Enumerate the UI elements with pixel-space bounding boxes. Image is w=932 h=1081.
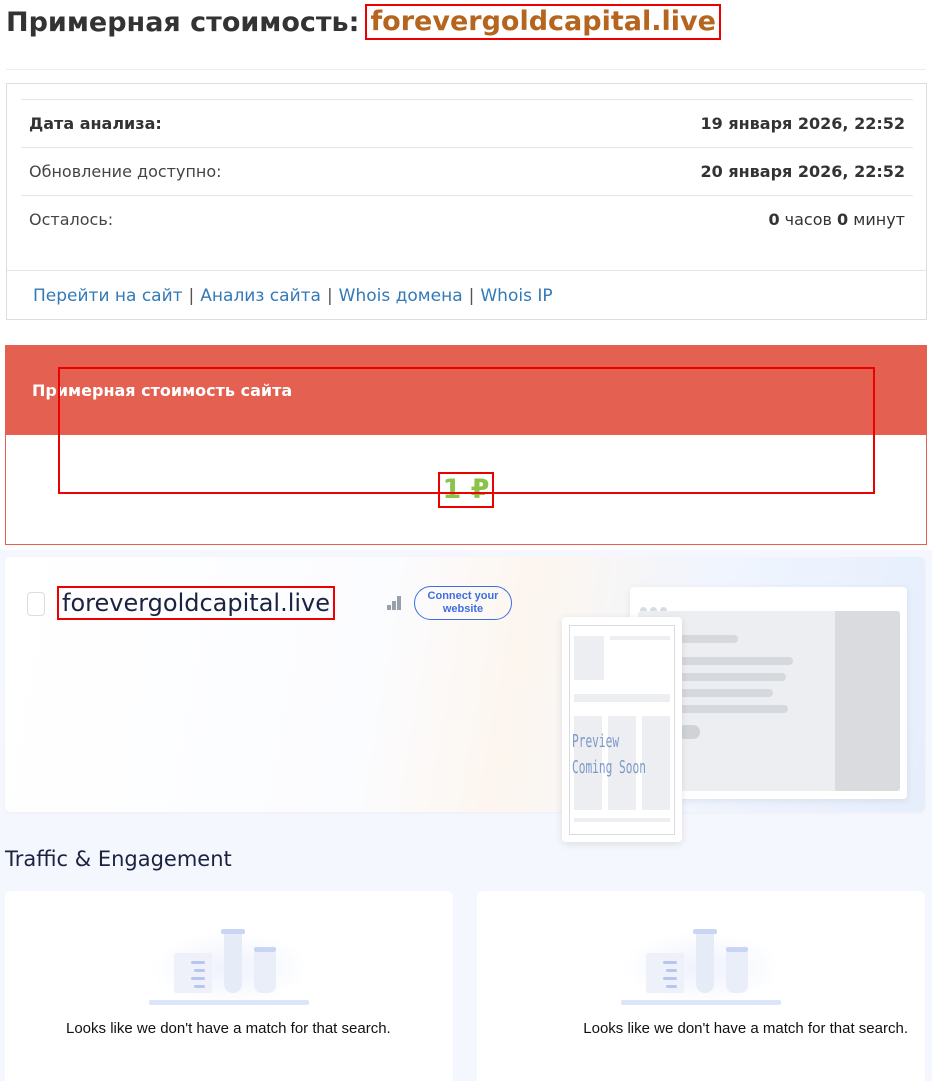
traffic-card-left: Looks like we don't have a match for tha… bbox=[5, 891, 453, 1081]
link-separator: | bbox=[188, 285, 195, 306]
link-separator: | bbox=[326, 285, 333, 306]
remaining-minutes: 0 bbox=[837, 210, 849, 229]
lab-illustration-icon bbox=[149, 925, 309, 1005]
link-whois-domain[interactable]: Whois домена bbox=[339, 286, 463, 306]
info-row-analysis-date: Дата анализа: 19 января 2026, 22:52 bbox=[21, 99, 913, 147]
preview-coming-soon-text: Preview Coming Soon bbox=[572, 729, 646, 781]
link-go-to-site[interactable]: Перейти на сайт bbox=[33, 286, 183, 306]
cost-panel-heading: Примерная стоимость сайта bbox=[6, 346, 926, 435]
info-label: Осталось: bbox=[29, 210, 114, 229]
preview-text-line1: Preview bbox=[572, 731, 620, 752]
cost-panel-body: 1 ₽ bbox=[6, 435, 926, 545]
estimated-cost-panel: Примерная стоимость сайта 1 ₽ bbox=[5, 345, 927, 545]
remaining-hours-unit: часов bbox=[784, 210, 832, 229]
info-label: Дата анализа: bbox=[29, 114, 162, 133]
page-title-domain: forevergoldcapital.live bbox=[365, 4, 721, 40]
page-title-prefix: Примерная стоимость: bbox=[6, 6, 360, 38]
remaining-hours: 0 bbox=[768, 210, 780, 229]
site-links: Перейти на сайт | Анализ сайта | Whois д… bbox=[7, 270, 926, 320]
rank-bars-icon bbox=[387, 594, 405, 610]
link-site-analysis[interactable]: Анализ сайта bbox=[200, 286, 321, 306]
info-value: 19 января 2026, 22:52 bbox=[700, 114, 906, 133]
traffic-section-title: Traffic & Engagement bbox=[5, 847, 232, 871]
traffic-card-right: Looks like we don't have a match for tha… bbox=[477, 891, 925, 1081]
link-whois-ip[interactable]: Whois IP bbox=[480, 286, 552, 306]
analysis-info-box: Дата анализа: 19 января 2026, 22:52 Обно… bbox=[6, 83, 927, 320]
info-value-remaining: 0 часов 0 минут bbox=[768, 210, 905, 229]
info-row-remaining: Осталось: 0 часов 0 минут bbox=[21, 195, 913, 243]
cost-value: 1 ₽ bbox=[437, 472, 495, 508]
info-value: 20 января 2026, 22:52 bbox=[700, 162, 906, 181]
preview-text-line2: Coming Soon bbox=[572, 757, 646, 778]
remaining-minutes-unit: минут bbox=[853, 210, 905, 229]
empty-result-message: Looks like we don't have a match for tha… bbox=[583, 1020, 908, 1037]
info-label: Обновление доступно: bbox=[29, 162, 222, 181]
lab-illustration-icon bbox=[621, 925, 781, 1005]
title-divider bbox=[6, 69, 926, 70]
info-row-update-available: Обновление доступно: 20 января 2026, 22:… bbox=[21, 147, 913, 195]
site-hero-card: forevergoldcapital.live Connect your web… bbox=[5, 557, 925, 842]
hero-domain: forevergoldcapital.live bbox=[57, 586, 335, 620]
page-title: Примерная стоимость: forevergoldcapital.… bbox=[6, 2, 721, 42]
mobile-preview-placeholder: Preview Coming Soon bbox=[562, 617, 682, 842]
favicon-placeholder-icon bbox=[27, 592, 45, 616]
empty-result-message: Looks like we don't have a match for tha… bbox=[66, 1020, 391, 1037]
link-separator: | bbox=[468, 285, 475, 306]
connect-website-button[interactable]: Connect your website bbox=[414, 586, 512, 620]
similarweb-widget: forevergoldcapital.live Connect your web… bbox=[0, 550, 932, 1081]
